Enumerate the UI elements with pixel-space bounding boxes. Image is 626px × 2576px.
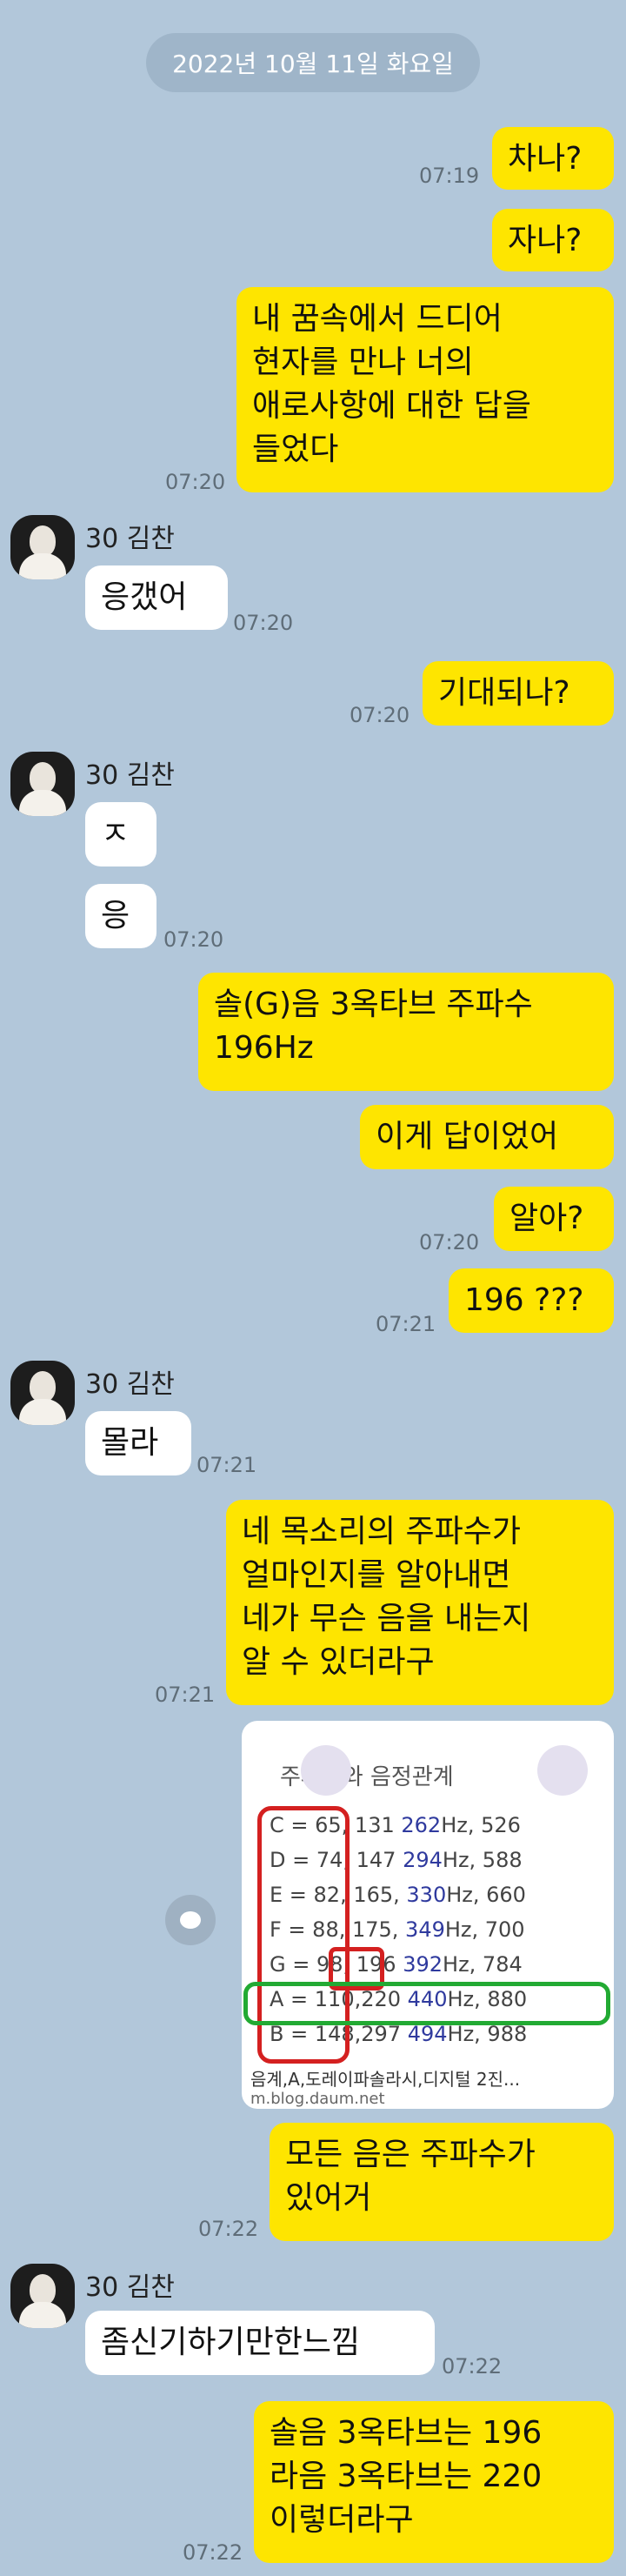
image-caption: 음계,A,도레이파솔라시,디지털 2진... [250, 2069, 521, 2090]
my-message-bubble[interactable]: 솔(G)음 3옥타브 주파수 196Hz [198, 973, 614, 1091]
message-time: 07:20 [233, 611, 294, 635]
other-message-bubble[interactable]: 응 [85, 884, 156, 948]
other-message-bubble[interactable]: ㅈ [85, 802, 156, 866]
message-time: 07:21 [376, 1312, 436, 1336]
sender-name: 30 김찬 [85, 2272, 175, 2303]
my-message-bubble[interactable]: 솔음 3옥타브는 196 라음 3옥타브는 220 이렇더라구 [254, 2401, 614, 2563]
my-message-bubble[interactable]: 차나? [492, 127, 614, 190]
my-message-bubble[interactable]: 196 ??? [449, 1268, 614, 1333]
my-message-bubble[interactable]: 네 목소리의 주파수가 얼마인지를 알아내면 네가 무슨 음을 내는지 알 수 … [226, 1500, 614, 1705]
sender-name: 30 김찬 [85, 1369, 175, 1400]
sender-name: 30 김찬 [85, 524, 175, 554]
avatar[interactable] [10, 752, 75, 816]
other-message-bubble[interactable]: 몰라 [85, 1411, 191, 1475]
message-time: 07:22 [198, 2217, 259, 2241]
message-time: 07:22 [183, 2540, 243, 2565]
my-message-bubble[interactable]: 알아? [494, 1187, 614, 1251]
avatar[interactable] [10, 1361, 75, 1425]
my-message-bubble[interactable]: 자나? [492, 209, 614, 271]
message-time: 07:20 [419, 1230, 480, 1255]
message-time: 07:19 [419, 164, 480, 188]
avatar[interactable] [10, 2264, 75, 2328]
my-message-bubble[interactable]: 모든 음은 주파수가 있어거 [270, 2123, 614, 2241]
image-source: m.blog.daum.net [250, 2090, 385, 2108]
message-time: 07:21 [196, 1453, 257, 1477]
message-time: 07:22 [442, 2354, 503, 2379]
shared-image[interactable]: 주파수와 음정관계 C = 65, 131 262Hz, 526 D = 74,… [242, 1721, 614, 2109]
message-time: 07:20 [165, 470, 226, 494]
avatar[interactable] [10, 515, 75, 579]
my-message-bubble[interactable]: 이게 답이었어 [360, 1105, 614, 1169]
other-message-bubble[interactable]: 좀신기하기만한느낌 [85, 2311, 435, 2375]
message-time: 07:21 [155, 1683, 216, 1707]
message-time: 07:20 [350, 703, 410, 727]
other-message-bubble[interactable]: 응갰어 [85, 565, 228, 630]
decorative-circle-icon [537, 1745, 588, 1796]
message-time: 07:20 [163, 927, 224, 952]
my-message-bubble[interactable]: 내 꿈속에서 드디어 현자를 만나 너의 애로사항에 대한 답을 들었다 [236, 287, 614, 492]
green-highlight-box [243, 1982, 610, 2025]
decorative-circle-icon [301, 1745, 351, 1796]
share-icon[interactable] [165, 1895, 216, 1945]
my-message-bubble[interactable]: 기대되나? [423, 661, 614, 726]
date-divider: 2022년 10월 11일 화요일 [146, 33, 480, 92]
sender-name: 30 김찬 [85, 760, 175, 791]
